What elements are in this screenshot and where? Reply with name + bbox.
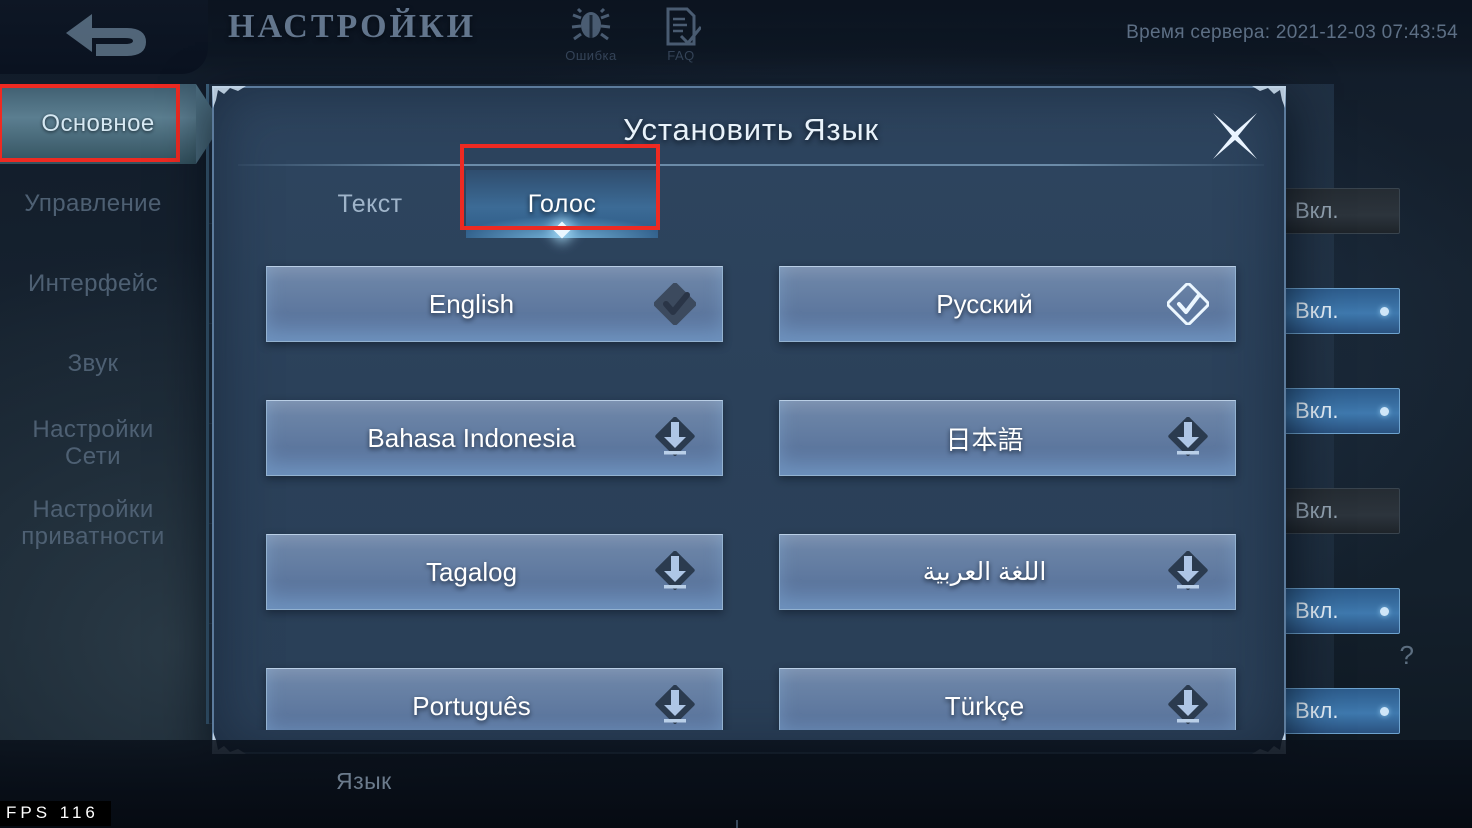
faq-button[interactable]: FAQ bbox=[646, 6, 716, 63]
back-button[interactable] bbox=[0, 0, 208, 74]
toggle-label: Вкл. bbox=[1295, 398, 1339, 423]
language-button-5[interactable]: اللغة العربية bbox=[779, 534, 1236, 610]
background-toggle-0[interactable]: Вкл. bbox=[1280, 188, 1400, 234]
server-time: Время сервера: 2021-12-03 07:43:54 bbox=[1126, 22, 1458, 43]
toggle-label: Вкл. bbox=[1295, 498, 1339, 523]
toggle-label: Вкл. bbox=[1295, 198, 1339, 223]
language-label: 日本語 bbox=[945, 424, 1024, 455]
language-button-6[interactable]: Português bbox=[266, 668, 723, 730]
language-label: Bahasa Indonesia bbox=[367, 422, 576, 453]
language-label: Русский bbox=[936, 288, 1033, 319]
download-icon[interactable] bbox=[654, 684, 696, 727]
language-type-tabs: Текст Голос bbox=[274, 144, 660, 239]
sidebar-item-2[interactable]: Интерфейс bbox=[0, 244, 186, 324]
tab-active-indicator bbox=[553, 221, 571, 239]
download-icon[interactable] bbox=[1167, 684, 1209, 727]
sidebar-item-label: Управление bbox=[24, 189, 162, 217]
toggle-label: Вкл. bbox=[1295, 298, 1339, 323]
language-label: Tagalog bbox=[425, 556, 518, 587]
bug-label: Ошибка bbox=[565, 48, 617, 63]
faq-document-icon bbox=[646, 6, 716, 50]
sidebar-item-0[interactable]: Основное bbox=[0, 84, 222, 164]
page-title: НАСТРОЙКИ bbox=[228, 8, 477, 45]
set-language-dialog: Установить Язык Текст Голос English Русски… bbox=[212, 86, 1286, 754]
language-label: اللغة العربية bbox=[922, 558, 1047, 586]
bug-icon bbox=[556, 6, 626, 50]
language-button-2[interactable]: Bahasa Indonesia bbox=[266, 400, 723, 476]
sidebar-item-label: Основное bbox=[41, 109, 155, 137]
tab-voice[interactable]: Голос bbox=[460, 144, 660, 239]
report-bug-button[interactable]: Ошибка bbox=[556, 6, 626, 63]
language-list-scroll[interactable]: English Русский Bahasa Indonesia 日本語 Tagalog… bbox=[238, 244, 1264, 730]
sidebar-item-3[interactable]: Звук bbox=[0, 324, 186, 404]
background-toggle-1[interactable]: Вкл. bbox=[1280, 288, 1400, 334]
background-toggle-3[interactable]: Вкл. bbox=[1280, 488, 1400, 534]
sidebar-item-label: Звук bbox=[67, 349, 119, 377]
download-icon[interactable] bbox=[1167, 550, 1209, 593]
sidebar-item-label: Интерфейс bbox=[27, 269, 159, 297]
scroll-indicator bbox=[736, 820, 738, 828]
bottom-bar: Язык Русский Обнаружение Сети Параметры … bbox=[0, 740, 1472, 828]
background-toggle-5[interactable]: Вкл. bbox=[1280, 688, 1400, 734]
language-button-3[interactable]: 日本語 bbox=[779, 400, 1236, 476]
close-button[interactable] bbox=[1208, 110, 1262, 162]
settings-sidebar: Основное Управление Интерфейс Звук Настройки… bbox=[0, 84, 222, 724]
tab-text[interactable]: Текст bbox=[274, 170, 466, 238]
language-button-4[interactable]: Tagalog bbox=[266, 534, 723, 610]
sidebar-item-5[interactable]: Настройки приватности bbox=[0, 484, 186, 564]
check-diamond-icon[interactable] bbox=[653, 282, 697, 326]
language-button-0[interactable]: English bbox=[266, 266, 723, 342]
check-diamond-outline-icon[interactable] bbox=[1166, 282, 1210, 326]
fps-counter: FPS 116 bbox=[0, 801, 111, 826]
language-button-1[interactable]: Русский bbox=[779, 266, 1236, 342]
settings-screen: НАСТРОЙКИ Ошибка FAQ Время сервера: 2021… bbox=[0, 0, 1472, 828]
language-label: English bbox=[428, 288, 515, 319]
tab-label: Текст bbox=[337, 189, 403, 218]
tab-label: Голос bbox=[527, 189, 597, 218]
background-toggle-2[interactable]: Вкл. bbox=[1280, 388, 1400, 434]
close-icon bbox=[1213, 113, 1257, 159]
language-grid: English Русский Bahasa Indonesia 日本語 Tagalog… bbox=[238, 244, 1264, 730]
back-arrow-icon bbox=[66, 14, 146, 56]
toggle-label: Вкл. bbox=[1295, 598, 1339, 623]
language-row-label: Язык bbox=[336, 768, 392, 794]
language-label: Português bbox=[412, 690, 531, 721]
language-label: Türkçe bbox=[944, 690, 1025, 721]
top-header: НАСТРОЙКИ Ошибка FAQ Время сервера: 2021… bbox=[0, 0, 1472, 76]
sidebar-item-label: Настройки Сети bbox=[32, 416, 154, 470]
download-icon[interactable] bbox=[654, 550, 696, 593]
dialog-title: Установить Язык bbox=[623, 112, 879, 147]
sidebar-item-label: Настройки приватности bbox=[21, 496, 165, 550]
background-toggle-4[interactable]: Вкл. bbox=[1280, 588, 1400, 634]
sidebar-item-1[interactable]: Управление bbox=[0, 164, 186, 244]
dialog-separator bbox=[238, 164, 1264, 166]
language-button-7[interactable]: Türkçe bbox=[779, 668, 1236, 730]
help-question-icon[interactable]: ? bbox=[1400, 640, 1414, 671]
toggle-label: Вкл. bbox=[1295, 698, 1339, 723]
sidebar-item-4[interactable]: Настройки Сети bbox=[0, 404, 186, 484]
download-icon[interactable] bbox=[654, 416, 696, 459]
faq-label: FAQ bbox=[667, 48, 695, 63]
download-icon[interactable] bbox=[1167, 416, 1209, 459]
